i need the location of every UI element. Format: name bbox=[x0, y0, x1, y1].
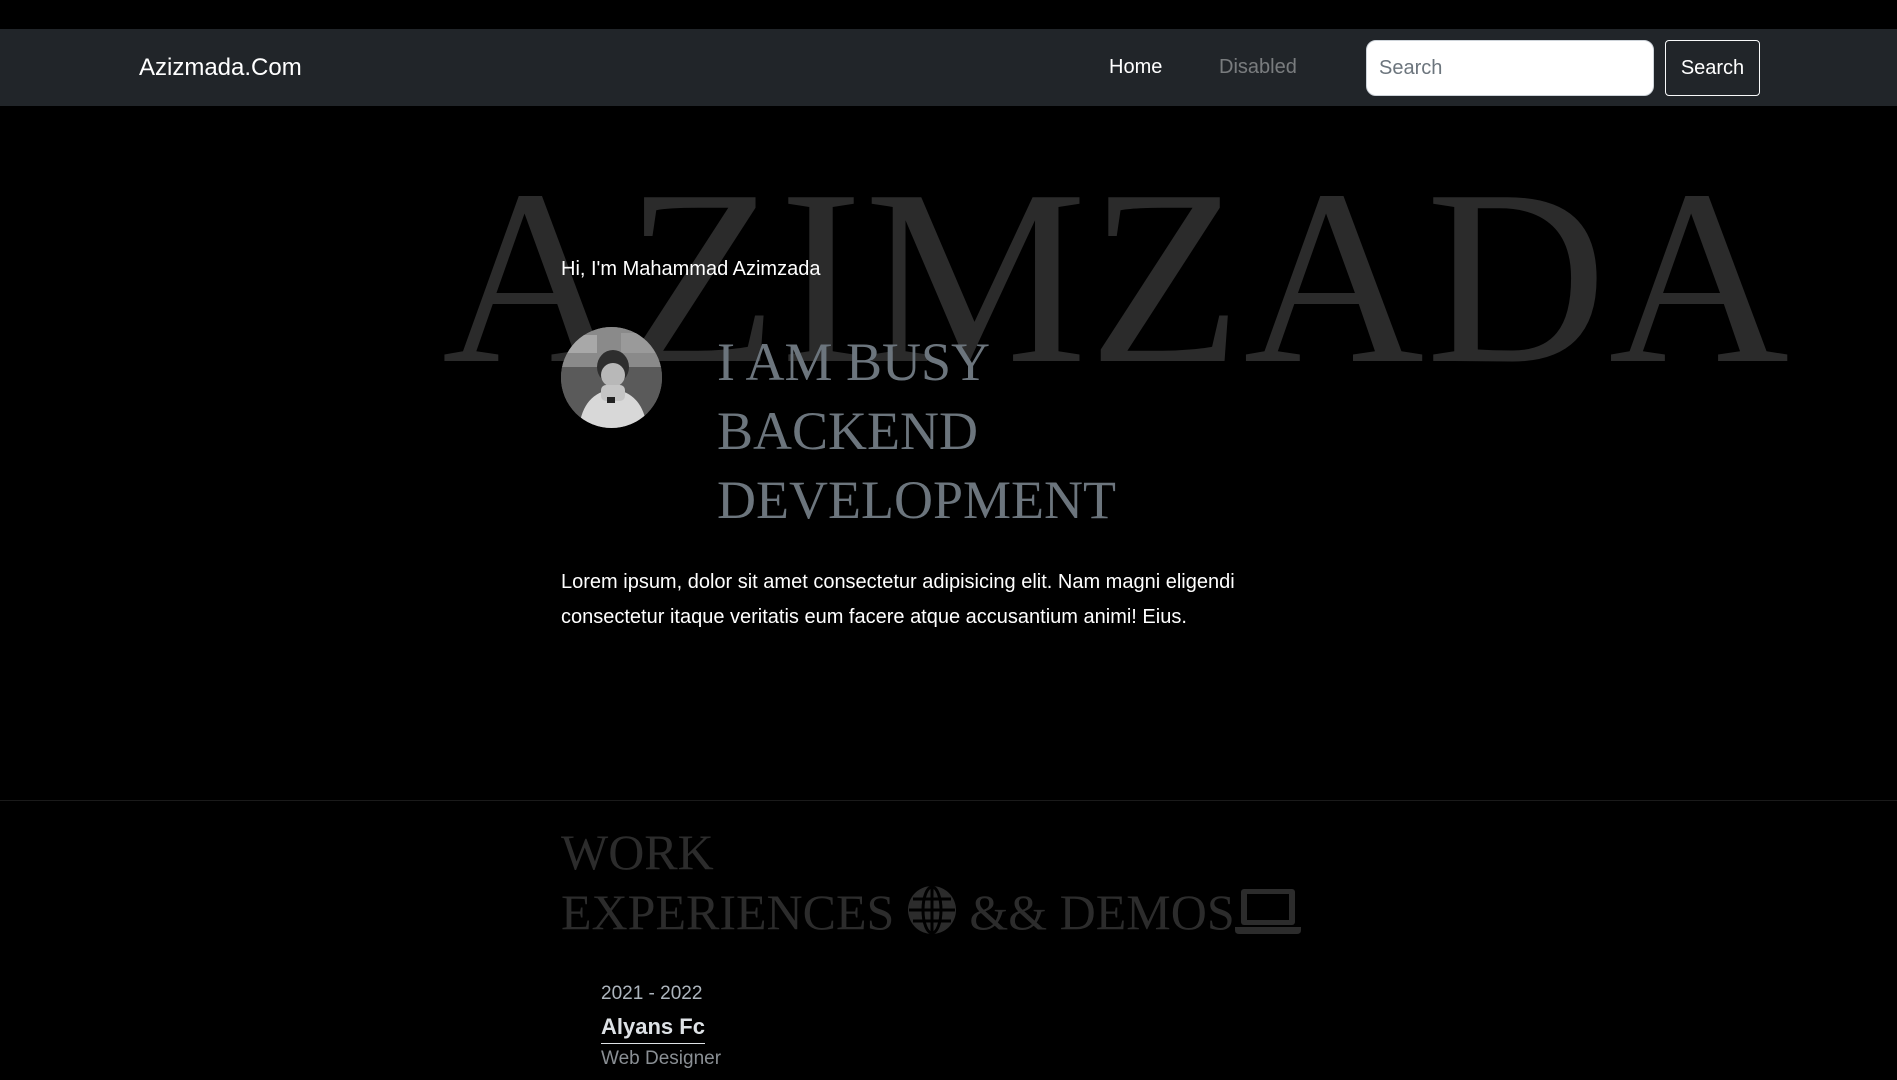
headline: I AM BUSY BACKEND DEVELOPMENT bbox=[717, 328, 1257, 535]
experience-date: 2021 - 2022 bbox=[601, 983, 703, 1004]
experience-role: Web Designer bbox=[601, 1048, 722, 1069]
avatar-photo bbox=[561, 327, 662, 428]
work-title-line-2: EXPERIENCES && DEMOS bbox=[561, 882, 1301, 948]
nav-link-home[interactable]: Home bbox=[1109, 29, 1162, 106]
experience-item: 2021 - 2022 Alyans Fc Web Designer bbox=[601, 980, 721, 1074]
work-title-experiences: EXPERIENCES bbox=[561, 884, 895, 940]
work-title-demos: && DEMOS bbox=[969, 884, 1235, 940]
brand-link[interactable]: Azizmada.Com bbox=[139, 29, 302, 106]
headline-line-1: I AM BUSY bbox=[717, 332, 991, 392]
headline-line-2: BACKEND bbox=[717, 401, 979, 461]
search-button[interactable]: Search bbox=[1665, 40, 1760, 96]
nav-link-disabled: Disabled bbox=[1219, 56, 1297, 78]
navbar: Azizmada.Com Home Disabled Search bbox=[0, 29, 1897, 106]
globe-icon bbox=[907, 885, 957, 948]
work-section-title: WORK EXPERIENCES && DEMOS bbox=[561, 822, 1301, 948]
work-title-line-1: WORK bbox=[561, 824, 714, 880]
avatar bbox=[561, 327, 662, 428]
search-input[interactable] bbox=[1366, 40, 1654, 96]
headline-line-3: DEVELOPMENT bbox=[717, 470, 1116, 530]
greeting-text: Hi, I'm Mahammad Azimzada bbox=[561, 258, 821, 280]
experience-company-link[interactable]: Alyans Fc bbox=[601, 1014, 705, 1044]
intro-paragraph: Lorem ipsum, dolor sit amet consectetur … bbox=[561, 571, 1235, 628]
section-divider bbox=[0, 800, 1897, 801]
laptop-icon bbox=[1234, 887, 1301, 948]
